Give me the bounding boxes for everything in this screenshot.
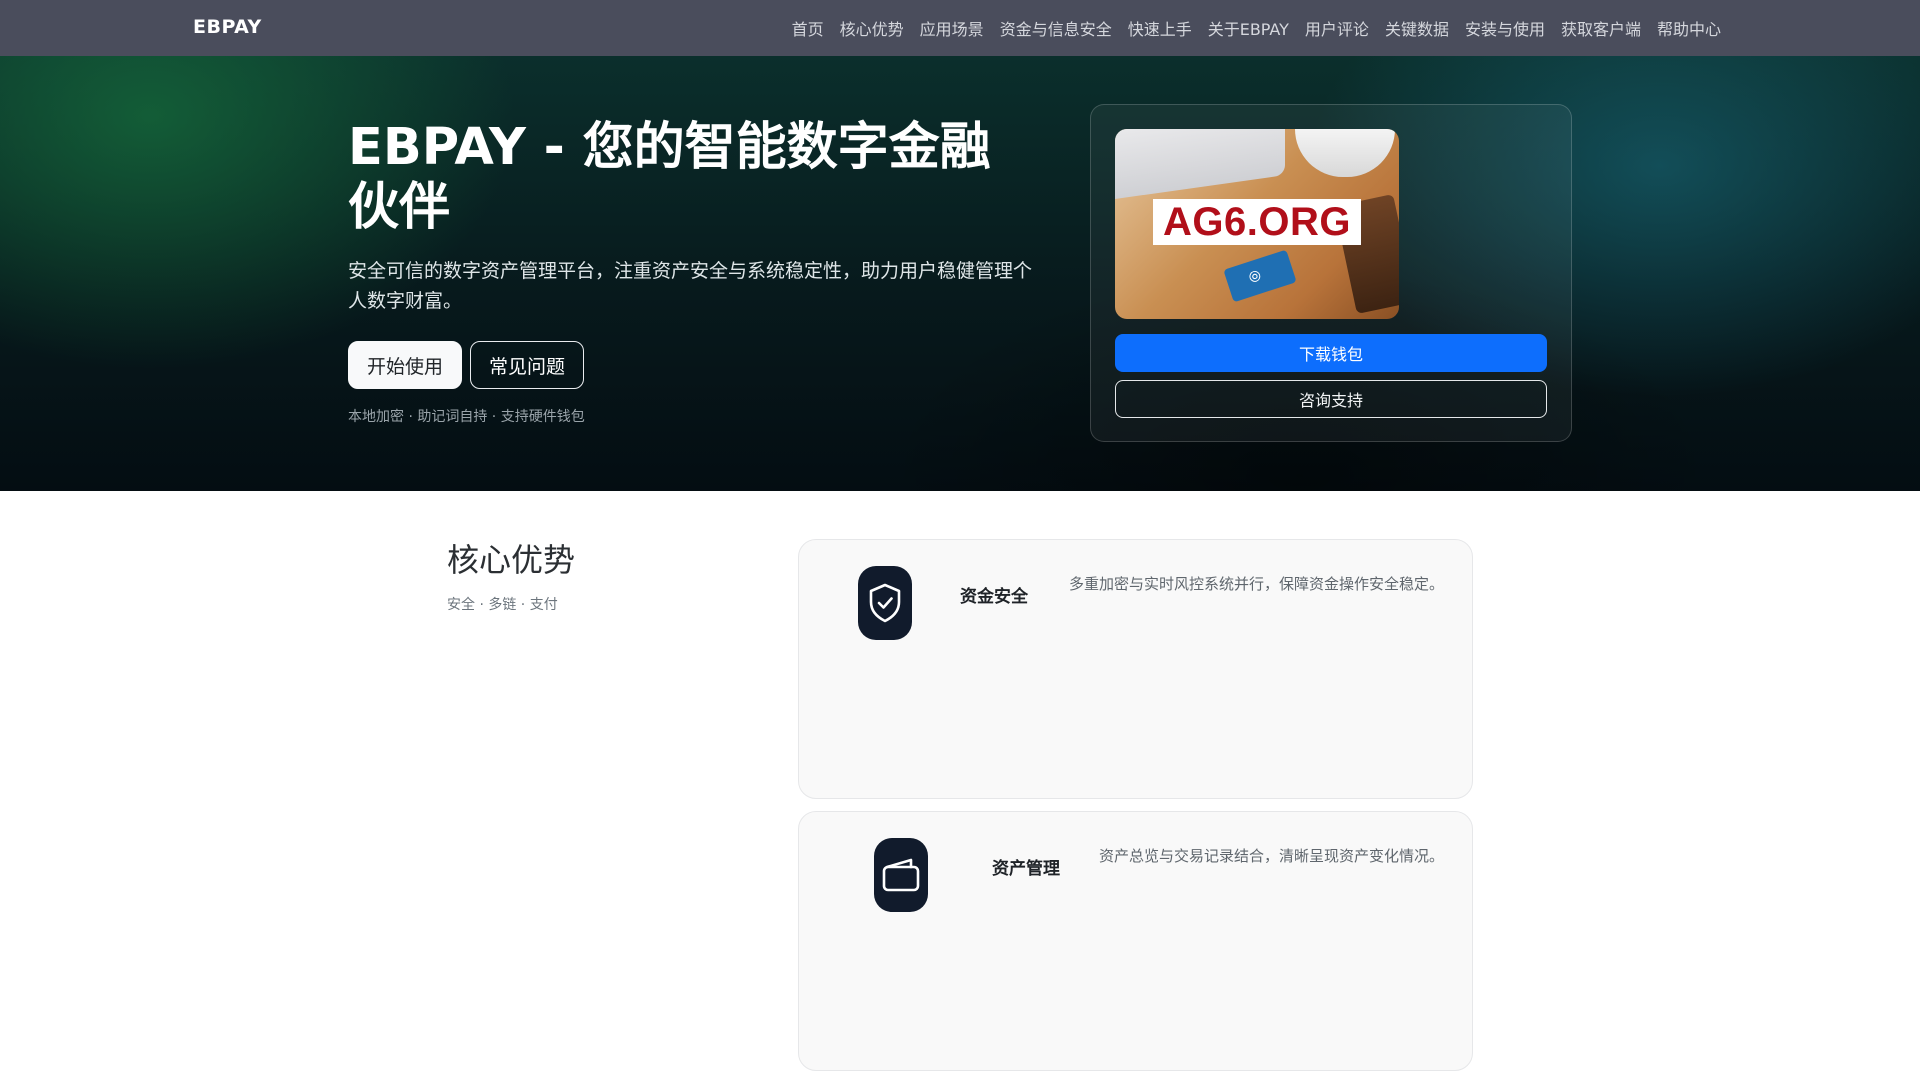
hero-feature-tags: 本地加密 · 助记词自持 · 支持硬件钱包 bbox=[348, 409, 585, 425]
download-card: ⦾ AG6.ORG 下载钱包 咨询支持 bbox=[1090, 104, 1572, 442]
nav-link-security[interactable]: 资金与信息安全 bbox=[1000, 16, 1112, 40]
wallet-icon bbox=[874, 838, 928, 912]
nav-link-home[interactable]: 首页 bbox=[792, 16, 824, 40]
nav-link-scenarios[interactable]: 应用场景 bbox=[920, 16, 984, 40]
shield-check-icon bbox=[858, 566, 912, 640]
feature-title: 资产管理 bbox=[992, 859, 1060, 879]
hero-title: EBPAY - 您的智能数字金融伙伴 bbox=[348, 118, 991, 237]
section-tags: 安全 · 多链 · 支付 bbox=[447, 597, 558, 613]
nav-link-help[interactable]: 帮助中心 bbox=[1657, 16, 1721, 40]
feature-card-asset-management: 资产管理 资产总览与交易记录结合，清晰呈现资产变化情况。 bbox=[798, 811, 1473, 1071]
product-image: ⦾ AG6.ORG bbox=[1115, 129, 1399, 319]
nav-link-reviews[interactable]: 用户评论 bbox=[1305, 16, 1369, 40]
section-title: 核心优势 bbox=[447, 541, 576, 579]
brand-logo[interactable]: EBPAY bbox=[193, 16, 262, 38]
nav-link-about[interactable]: 关于EBPAY bbox=[1208, 16, 1289, 40]
feature-title: 资金安全 bbox=[960, 587, 1028, 607]
faq-button[interactable]: 常见问题 bbox=[470, 341, 584, 389]
top-navbar: EBPAY 首页 核心优势 应用场景 资金与信息安全 快速上手 关于EBPAY … bbox=[0, 0, 1920, 56]
nav-link-key-data[interactable]: 关键数据 bbox=[1385, 16, 1449, 40]
payment-card-illustration: ⦾ bbox=[1223, 249, 1297, 303]
start-button[interactable]: 开始使用 bbox=[348, 341, 462, 389]
feature-description: 多重加密与实时风控系统并行，保障资金操作安全稳定。 bbox=[1068, 575, 1444, 593]
download-wallet-button[interactable]: 下载钱包 bbox=[1115, 334, 1547, 372]
hero-section: EBPAY - 您的智能数字金融伙伴 安全可信的数字资产管理平台，注重资产安全与… bbox=[0, 56, 1920, 491]
hero-subtitle: 安全可信的数字资产管理平台，注重资产安全与系统稳定性，助力用户稳健管理个人数字财… bbox=[348, 260, 1033, 312]
image-watermark: AG6.ORG bbox=[1153, 199, 1361, 245]
nav-link-install[interactable]: 安装与使用 bbox=[1465, 16, 1545, 40]
keyboard-illustration bbox=[1115, 129, 1285, 199]
feature-card-fund-security: 资金安全 多重加密与实时风控系统并行，保障资金操作安全稳定。 bbox=[798, 539, 1473, 799]
nav-link-advantages[interactable]: 核心优势 bbox=[840, 16, 904, 40]
nav-link-get-client[interactable]: 获取客户端 bbox=[1561, 16, 1641, 40]
nav-links: 首页 核心优势 应用场景 资金与信息安全 快速上手 关于EBPAY 用户评论 关… bbox=[792, 0, 1721, 56]
mouse-illustration bbox=[1295, 129, 1395, 177]
consult-support-button[interactable]: 咨询支持 bbox=[1115, 380, 1547, 418]
nav-link-quickstart[interactable]: 快速上手 bbox=[1128, 16, 1192, 40]
feature-description: 资产总览与交易记录结合，清晰呈现资产变化情况。 bbox=[1098, 847, 1444, 865]
contactless-icon: ⦾ bbox=[1246, 266, 1264, 288]
